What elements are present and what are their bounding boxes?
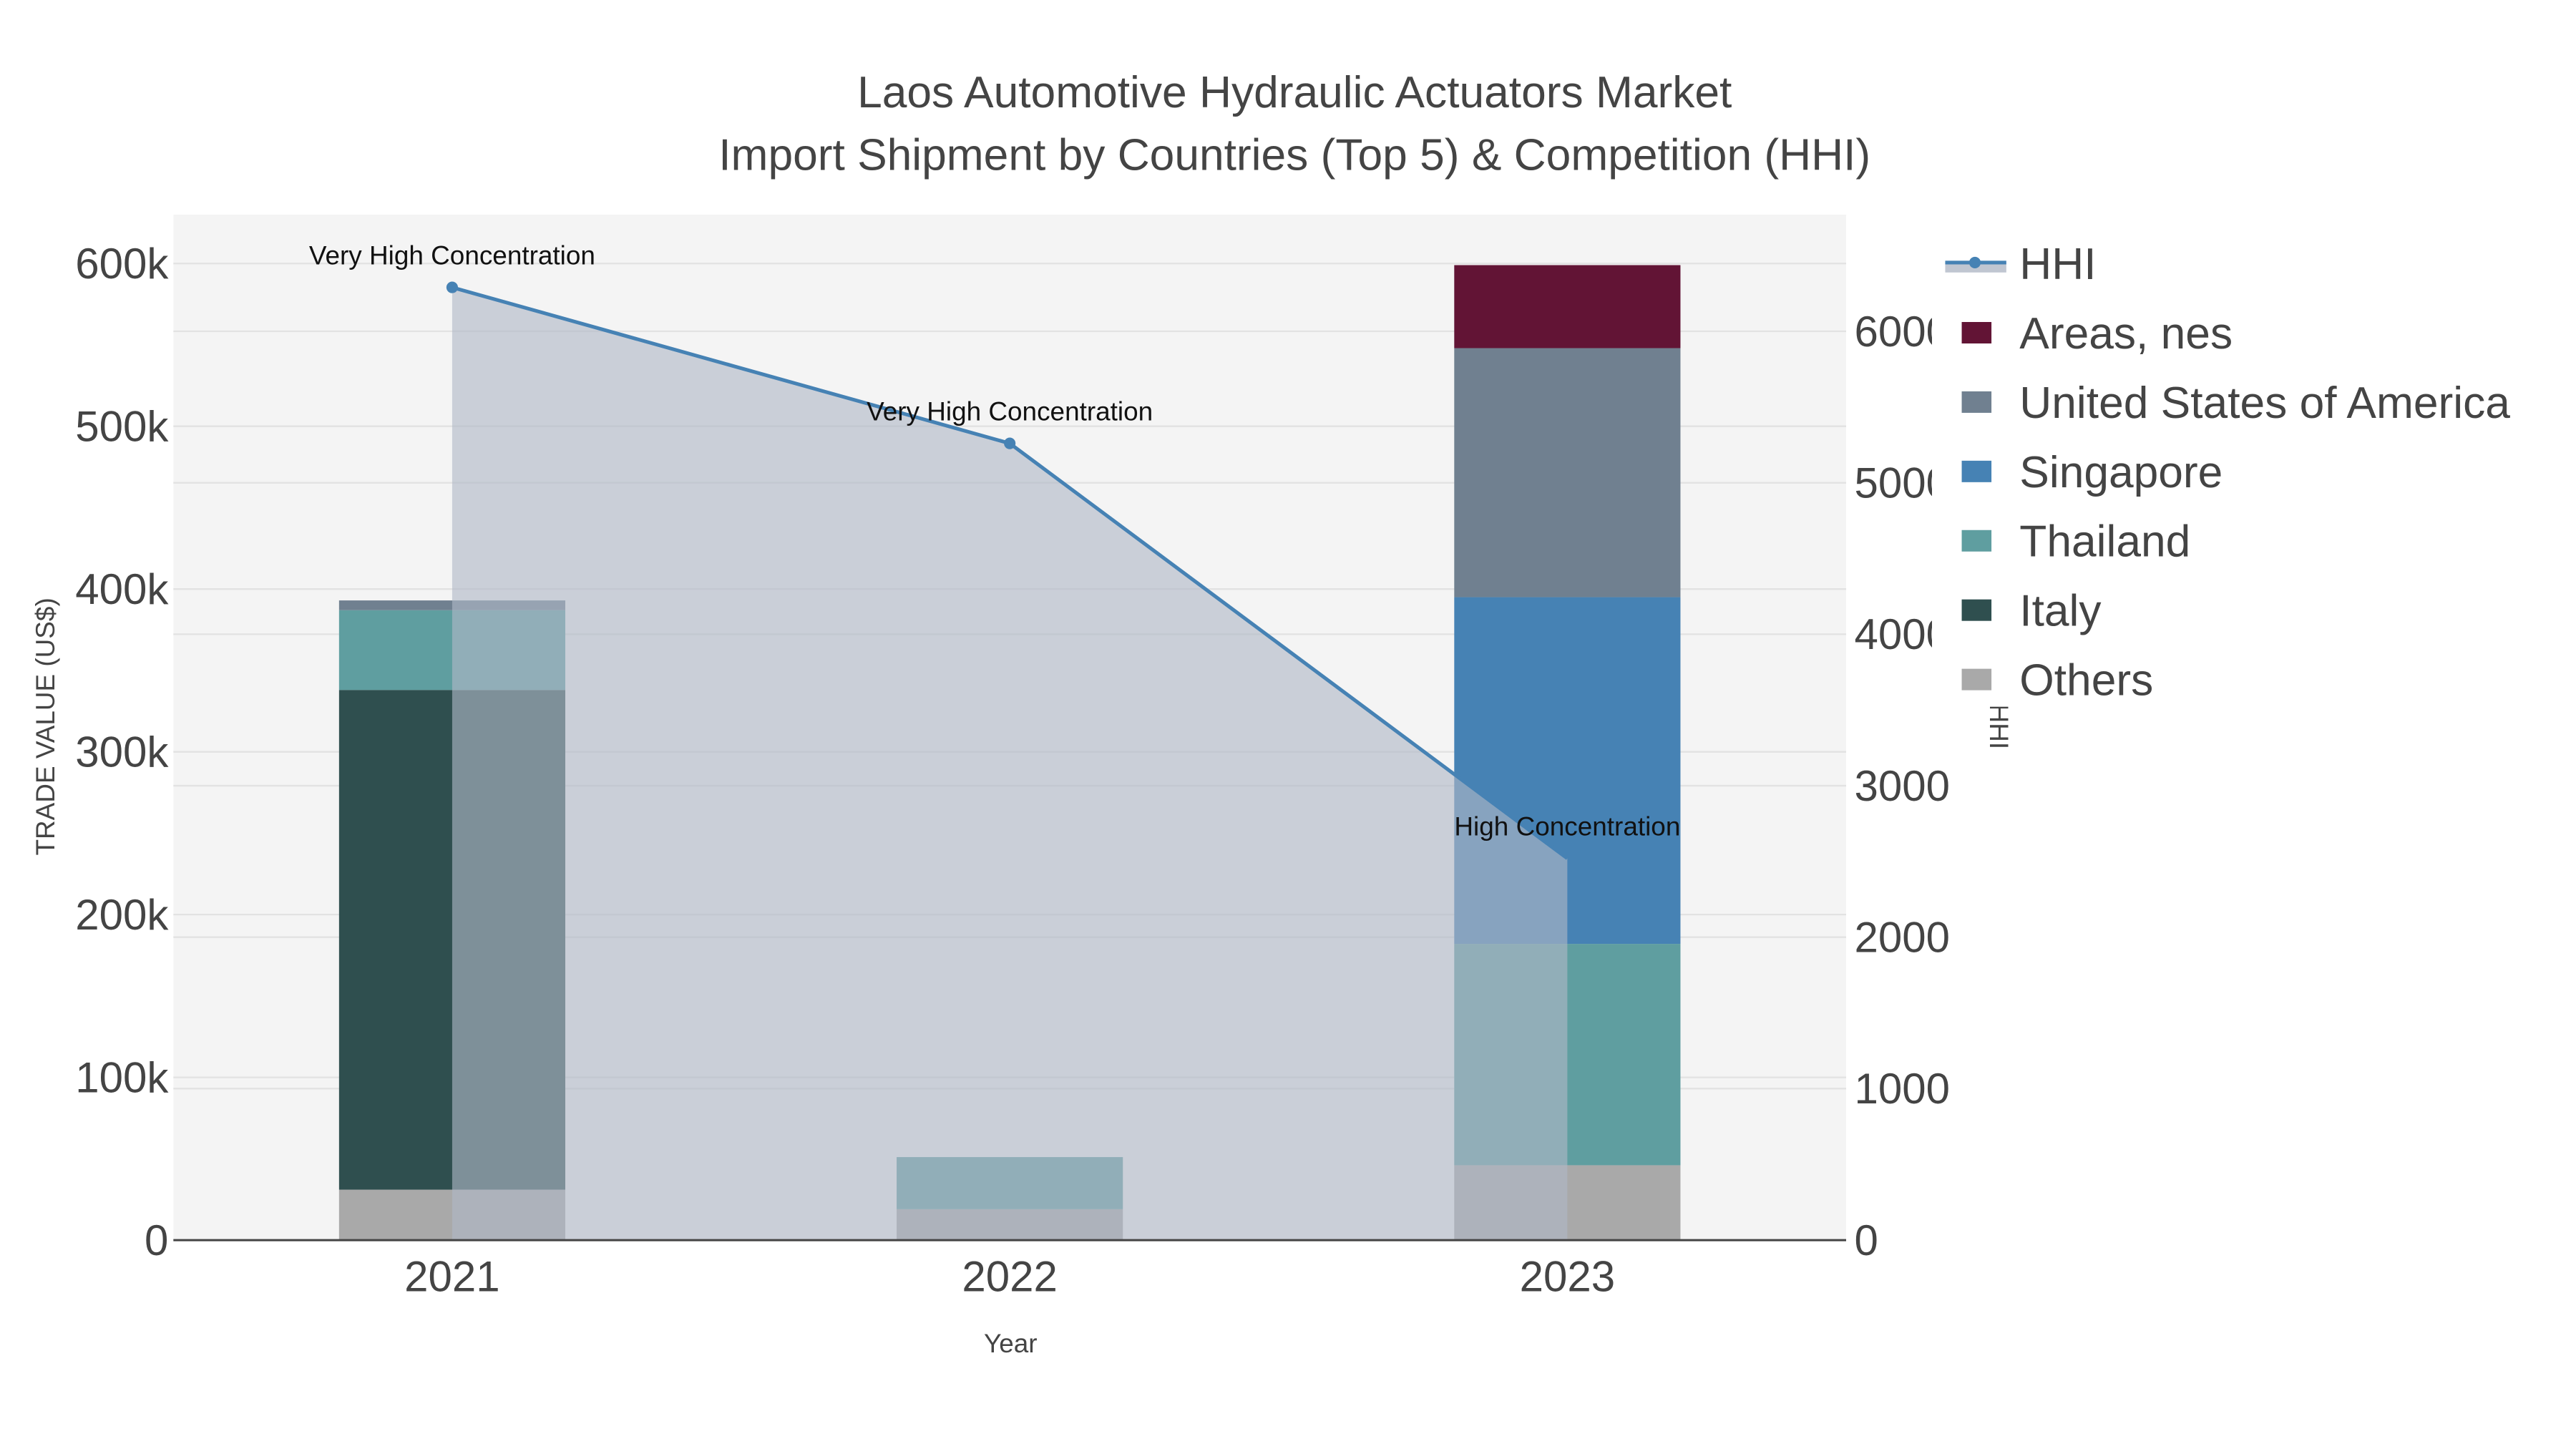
hhi-point[interactable] [1004,437,1016,449]
hhi-annotation: High Concentration [1454,811,1680,841]
hhi-point[interactable] [446,281,458,293]
hhi-annotation: Very High Concentration [309,240,595,270]
y-tick-label: 100k [75,1053,169,1101]
legend-marker-icon [1968,256,1981,268]
legend-label: Areas, nes [2019,309,2233,358]
legend-label: HHI [2019,240,2096,289]
y2-tick-label: 3000 [1855,762,1950,810]
legend-swatch [1961,460,1992,482]
legend-swatch [1961,599,1992,621]
x-axis-label: Year [984,1329,1038,1358]
y2-tick-label: 0 [1855,1216,1878,1264]
y-axis-label: TRADE VALUE (US$) [31,597,60,855]
hhi-annotation: Very High Concentration [867,396,1153,426]
y-tick-label: 400k [75,565,169,613]
x-tick-label: 2022 [962,1253,1057,1301]
legend-label: Singapore [2019,448,2223,497]
legend-swatch [1961,322,1992,343]
x-tick-label: 2023 [1520,1253,1615,1301]
legend-label: United States of America [2019,379,2510,428]
y2-tick-label: 1000 [1855,1065,1950,1113]
y-tick-label: 200k [75,891,169,939]
y-tick-label: 0 [145,1216,168,1264]
legend-swatch [1961,530,1992,552]
legend-swatch [1961,668,1992,691]
legend-label: Italy [2019,587,2102,636]
chart: Very High Concentration Very High Concent… [31,68,2576,1358]
bar-united-states-of-america-2023[interactable] [1454,348,1681,597]
chart-title: Laos Automotive Hydraulic Actuators Mark… [857,68,1732,117]
y2-axis-label: HHI [1984,704,2014,750]
legend-swatch [1961,391,1992,413]
y2-tick-label: 2000 [1855,913,1950,961]
legend-label: Others [2019,656,2153,706]
legend-item-united-states-of-america[interactable]: United States of America [1961,379,2511,428]
y-tick-label: 600k [75,240,169,288]
y-tick-label: 300k [75,728,169,776]
legend-label: Thailand [2019,517,2190,567]
y-tick-label: 500k [75,402,169,450]
x-tick-label: 2021 [404,1253,499,1301]
chart-subtitle: Import Shipment by Countries (Top 5) & C… [718,131,1870,180]
bar-areas-nes-2023[interactable] [1454,265,1681,348]
